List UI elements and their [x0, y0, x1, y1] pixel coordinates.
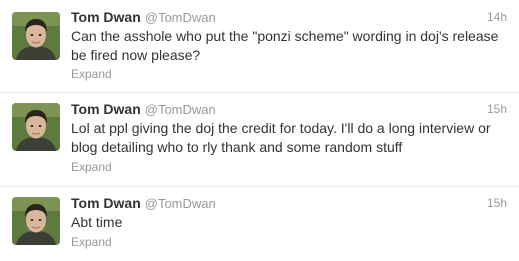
tweet-timestamp[interactable]: 15h — [487, 196, 507, 210]
avatar[interactable] — [12, 103, 60, 151]
tweet-timestamp[interactable]: 15h — [487, 102, 507, 116]
author-username[interactable]: @TomDwan — [145, 10, 216, 25]
tweet-item[interactable]: Tom Dwan @TomDwan 15h Abt time Expand — [0, 187, 519, 261]
avatar[interactable] — [12, 12, 60, 60]
author-fullname[interactable]: Tom Dwan — [71, 9, 141, 25]
tweet-header: Tom Dwan @TomDwan 14h — [71, 9, 507, 27]
author-username[interactable]: @TomDwan — [145, 196, 216, 211]
profile-photo-icon — [12, 197, 60, 245]
expand-link[interactable]: Expand — [71, 160, 112, 174]
tweet-timestamp[interactable]: 14h — [487, 10, 507, 24]
tweet-timeline: Tom Dwan @TomDwan 14h Can the asshole who… — [0, 0, 519, 261]
profile-photo-icon — [12, 12, 60, 60]
tweet-item[interactable]: Tom Dwan @TomDwan 15h Lol at ppl giving t… — [0, 93, 519, 187]
tweet-item[interactable]: Tom Dwan @TomDwan 14h Can the asshole who… — [0, 0, 519, 93]
avatar[interactable] — [12, 197, 60, 245]
tweet-text: Lol at ppl giving the doj the credit for… — [71, 120, 491, 155]
expand-link[interactable]: Expand — [71, 67, 112, 81]
author-fullname[interactable]: Tom Dwan — [71, 101, 141, 117]
expand-link[interactable]: Expand — [71, 235, 112, 249]
tweet-header: Tom Dwan @TomDwan 15h — [71, 101, 507, 119]
tweet-text: Abt time — [71, 214, 123, 230]
author-fullname[interactable]: Tom Dwan — [71, 195, 141, 211]
author-username[interactable]: @TomDwan — [145, 102, 216, 117]
tweet-text: Can the asshole who put the "ponzi schem… — [71, 28, 499, 63]
profile-photo-icon — [12, 103, 60, 151]
tweet-header: Tom Dwan @TomDwan 15h — [71, 195, 507, 213]
